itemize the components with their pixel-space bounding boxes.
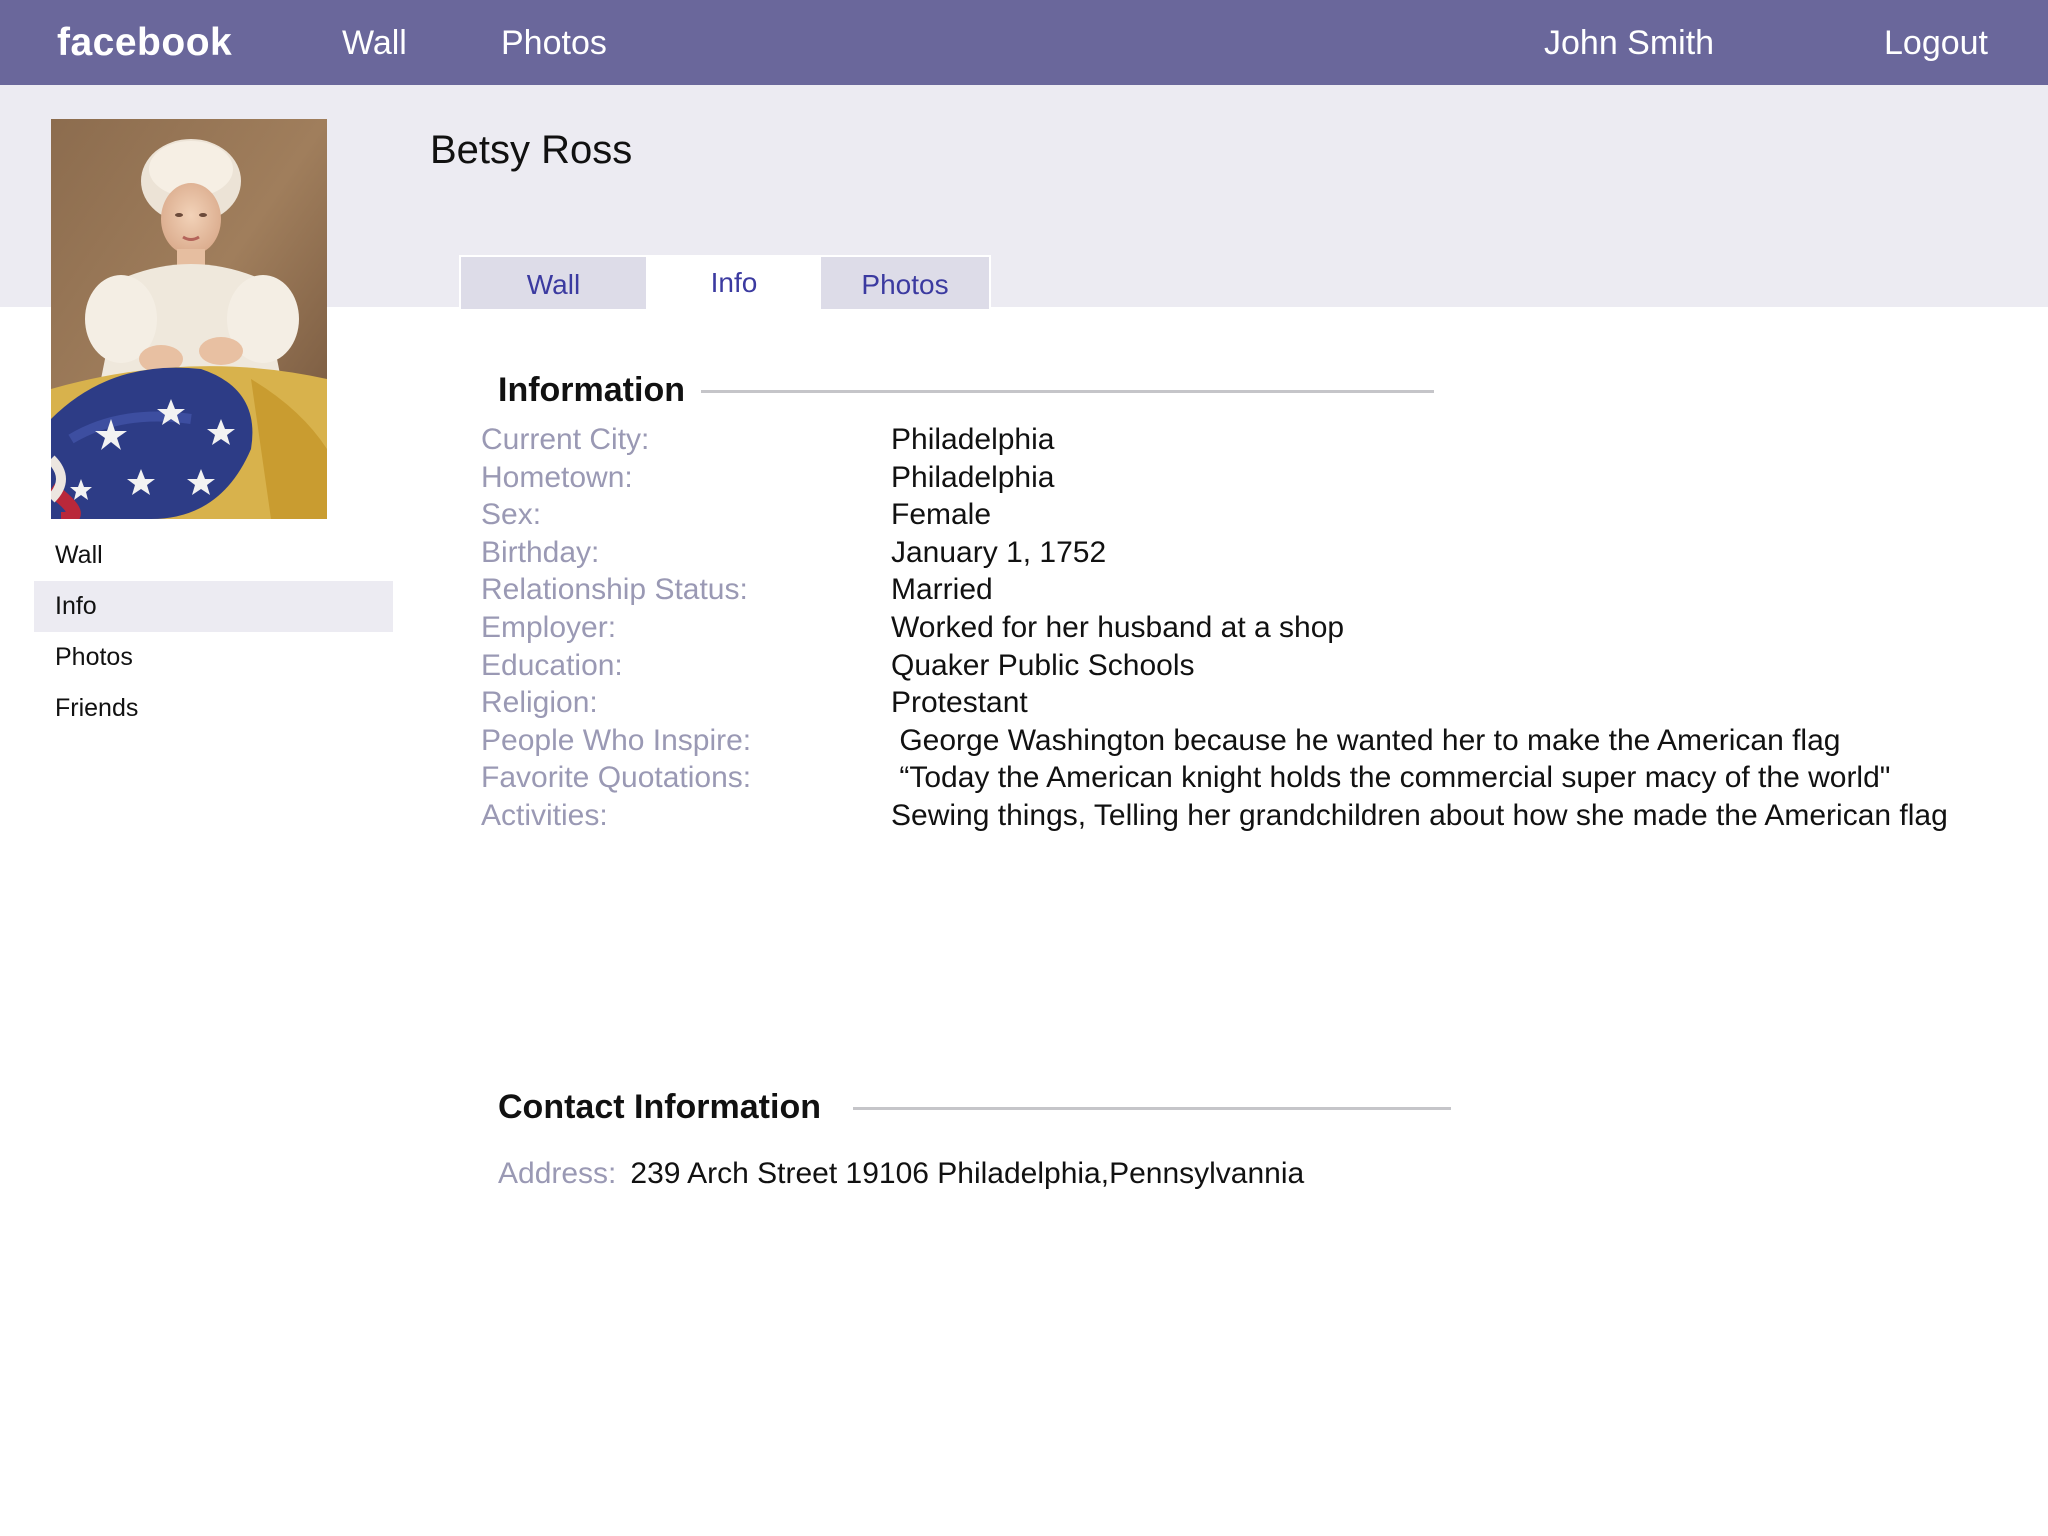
info-label: Current City: [481, 423, 650, 456]
profile-photo[interactable] [51, 119, 327, 519]
contact-information-heading: Contact Information [498, 1088, 821, 1126]
side-menu-photos[interactable]: Photos [34, 632, 393, 683]
info-label: Birthday: [481, 535, 600, 569]
information-divider [701, 390, 1434, 393]
info-label: Sex: [481, 498, 542, 532]
contact-information-divider [853, 1107, 1451, 1110]
contact-address-row: Address: 239 Arch Street 19106 Philadelph… [498, 1153, 1304, 1195]
info-value: Female [891, 498, 992, 532]
info-value: Philadelphia [891, 460, 1055, 494]
address-label: Address: [498, 1157, 617, 1190]
info-value: Protestant [891, 686, 1028, 720]
info-value: “Today the American knight holds the com… [891, 761, 1891, 795]
profile-side-menu: Wall Info Photos Friends [34, 530, 393, 734]
info-label: Hometown: [481, 460, 633, 494]
side-menu-friends[interactable]: Friends [34, 683, 393, 734]
info-label: Employer: [481, 610, 617, 644]
tab-info[interactable]: Info [648, 255, 820, 311]
info-value: Worked for her husband at a shop [891, 610, 1345, 644]
info-label: Relationship Status: [481, 573, 748, 607]
info-value: George Washington because he wanted her … [891, 723, 1841, 757]
side-menu-wall[interactable]: Wall [34, 530, 393, 581]
side-menu-info[interactable]: Info [34, 581, 393, 632]
info-label: Education: [481, 648, 623, 682]
user-name-link[interactable]: John Smith [1544, 20, 1714, 66]
information-heading: Information [498, 371, 685, 409]
info-value: Married [891, 573, 993, 607]
address-value: 239 Arch Street 19106 Philadelphia,Penns… [630, 1157, 1305, 1190]
info-value: Philadelphia [891, 423, 1055, 456]
info-value: Sewing things, Telling her grandchildren… [891, 798, 1948, 832]
info-label: Favorite Quotations: [481, 761, 752, 795]
info-label: Activities: [481, 798, 608, 832]
facebook-logo[interactable]: facebook [57, 18, 232, 68]
tab-wall[interactable]: Wall [459, 255, 648, 311]
nav-photos-link[interactable]: Photos [501, 20, 607, 66]
nav-wall-link[interactable]: Wall [342, 20, 407, 66]
info-value: Quaker Public Schools [891, 648, 1195, 682]
info-value: January 1, 1752 [891, 535, 1107, 569]
tab-photos[interactable]: Photos [819, 255, 991, 311]
top-nav-bar: facebook Wall Photos John Smith Logout [0, 0, 2048, 85]
info-label: Religion: [481, 686, 598, 720]
profile-name: Betsy Ross [430, 128, 633, 172]
logout-link[interactable]: Logout [1884, 20, 1988, 66]
info-label: People Who Inspire: [481, 723, 752, 757]
profile-photo-illustration [51, 119, 327, 519]
